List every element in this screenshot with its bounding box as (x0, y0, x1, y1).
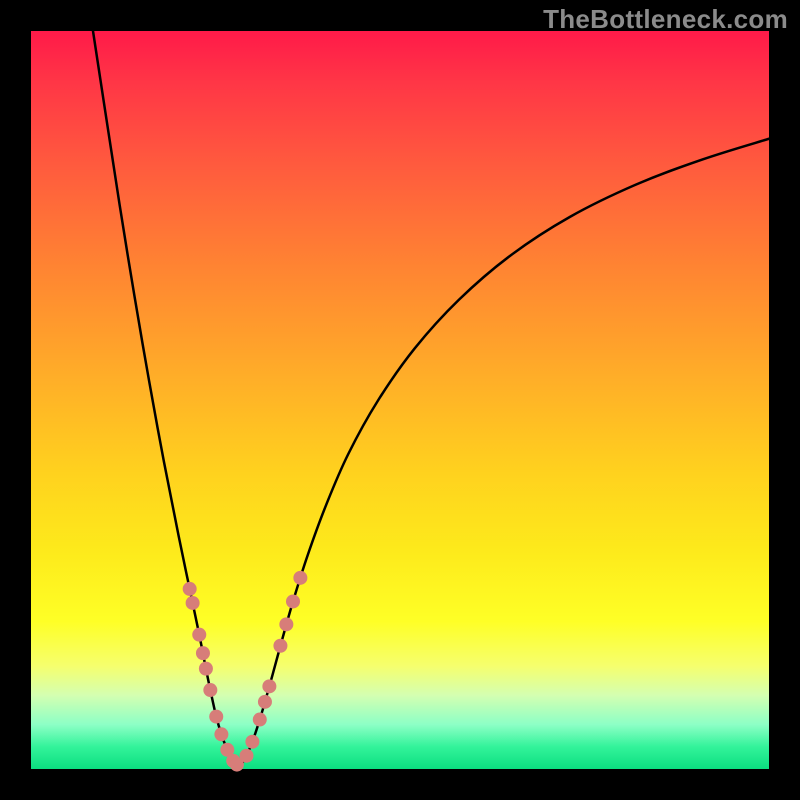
chart-svg (31, 31, 769, 769)
data-dot (286, 594, 300, 608)
data-dot (209, 710, 223, 724)
watermark-text: TheBottleneck.com (543, 4, 788, 35)
data-dot (240, 749, 254, 763)
data-dot (214, 727, 228, 741)
data-dot (258, 695, 272, 709)
chart-plot-area (31, 31, 769, 769)
curve-right (241, 139, 769, 765)
data-dot (203, 683, 217, 697)
data-dot (199, 662, 213, 676)
data-dot (293, 571, 307, 585)
data-dot (253, 713, 267, 727)
data-dot (183, 582, 197, 596)
chart-frame: TheBottleneck.com (0, 0, 800, 800)
data-dots-left (183, 582, 244, 772)
data-dot (279, 617, 293, 631)
data-dot (245, 735, 259, 749)
curve-left (93, 31, 237, 765)
data-dot (196, 646, 210, 660)
data-dot (192, 628, 206, 642)
data-dot (273, 639, 287, 653)
data-dot (262, 679, 276, 693)
data-dot (186, 596, 200, 610)
